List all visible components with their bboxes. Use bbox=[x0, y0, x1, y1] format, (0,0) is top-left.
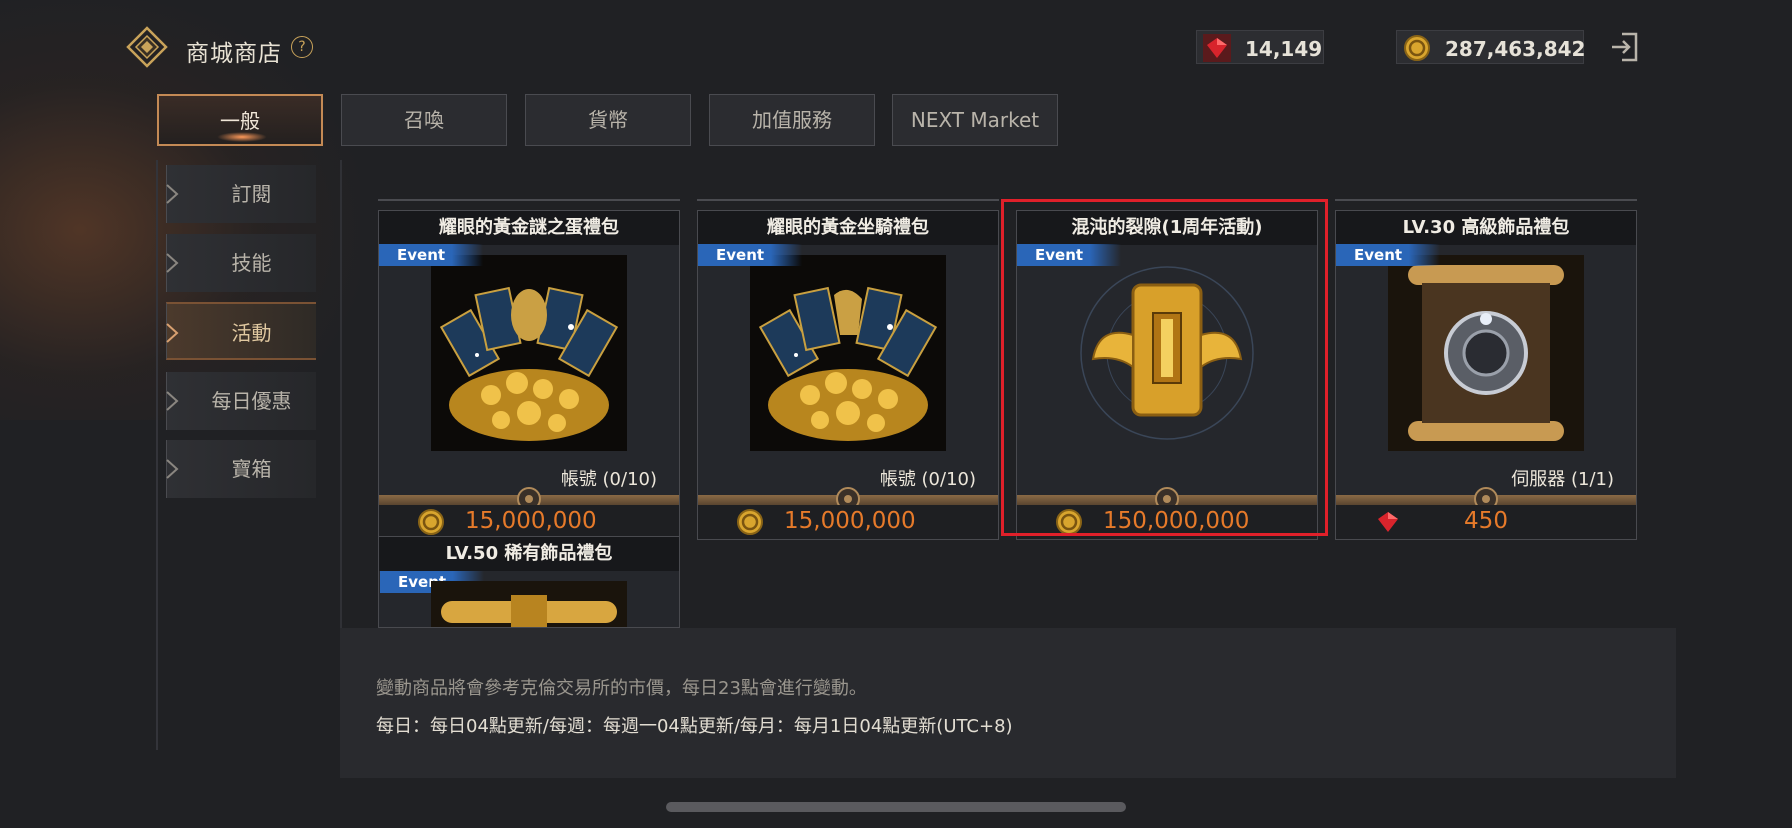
help-icon[interactable]: ? bbox=[291, 36, 313, 58]
sidebar-item-chests[interactable]: 寶箱 bbox=[166, 440, 316, 498]
chevron-right-icon bbox=[166, 253, 179, 273]
sidebar-item-label: 訂閱 bbox=[231, 182, 272, 206]
tab-active-glow bbox=[217, 132, 267, 142]
info-panel: 變動商品將會參考克倫交易所的市價，每日23點會進行變動。 每日：每日04點更新/… bbox=[340, 628, 1676, 778]
selection-highlight bbox=[1001, 199, 1328, 536]
tab-general[interactable]: 一般 bbox=[157, 94, 323, 146]
sidebar-item-events[interactable]: 活動 bbox=[166, 302, 316, 360]
gold-coin-icon bbox=[418, 509, 444, 535]
product-card-lv50-rare-accessory[interactable]: LV.50 稀有飾品禮包 Event bbox=[378, 536, 680, 628]
gold-coin-icon bbox=[1404, 35, 1430, 61]
tab-general-label: 一般 bbox=[220, 109, 260, 133]
chevron-right-icon bbox=[166, 184, 179, 204]
tab-currency-label: 貨幣 bbox=[588, 108, 628, 132]
sidebar-item-label: 寶箱 bbox=[231, 457, 272, 481]
sidebar-item-label: 活動 bbox=[231, 321, 272, 345]
exit-icon[interactable] bbox=[1608, 30, 1642, 64]
event-badge: Event bbox=[379, 244, 483, 266]
product-name: 耀眼的黃金謎之蛋禮包 bbox=[379, 211, 679, 245]
accessory-scroll-art bbox=[1388, 255, 1584, 451]
card-divider bbox=[379, 487, 679, 511]
gold-balance: 287,463,842 bbox=[1396, 30, 1586, 64]
event-badge: Event bbox=[1336, 244, 1440, 266]
gem-count: 14,149 bbox=[1245, 37, 1323, 61]
product-name: LV.30 高級飾品禮包 bbox=[1336, 211, 1636, 245]
golden-egg-cards-art bbox=[431, 255, 627, 451]
event-badge: Event bbox=[698, 244, 802, 266]
product-price: 15,000,000 bbox=[784, 508, 916, 534]
chevron-right-icon bbox=[166, 459, 179, 479]
purchase-limit: 帳號 (0/10) bbox=[560, 469, 657, 490]
purchase-limit: 帳號 (0/10) bbox=[879, 469, 976, 490]
tab-summon[interactable]: 召喚 bbox=[341, 94, 507, 146]
page-title: 商城商店 bbox=[186, 41, 282, 67]
price-bar: 450 bbox=[1336, 505, 1636, 539]
gold-count: 287,463,842 bbox=[1445, 37, 1586, 61]
price-bar: 15,000,000 bbox=[379, 505, 679, 539]
card-divider bbox=[698, 487, 998, 511]
card-top-frame bbox=[378, 199, 680, 211]
sidebar-divider bbox=[156, 160, 158, 750]
purchase-limit: 伺服器 (1/1) bbox=[1511, 469, 1614, 490]
tab-summon-label: 召喚 bbox=[404, 108, 444, 132]
golden-mount-cards-art bbox=[750, 255, 946, 451]
product-name: 耀眼的黃金坐騎禮包 bbox=[698, 211, 998, 245]
chevron-right-icon bbox=[166, 323, 179, 343]
tab-value-service[interactable]: 加值服務 bbox=[709, 94, 875, 146]
gold-coin-icon bbox=[737, 509, 763, 535]
sidebar-item-label: 技能 bbox=[231, 251, 272, 275]
sidebar-item-skills[interactable]: 技能 bbox=[166, 234, 316, 292]
tab-value-service-label: 加值服務 bbox=[752, 108, 832, 132]
home-indicator[interactable] bbox=[666, 802, 1126, 812]
sidebar-item-subscription[interactable]: 訂閱 bbox=[166, 165, 316, 223]
info-price-note: 變動商品將會參考克倫交易所的市價，每日23點會進行變動。 bbox=[376, 678, 867, 699]
product-name: LV.50 稀有飾品禮包 bbox=[379, 537, 679, 571]
card-top-frame bbox=[697, 199, 999, 211]
shop-logo-icon bbox=[126, 26, 168, 68]
chevron-right-icon bbox=[166, 391, 179, 411]
gem-balance: 14,149 bbox=[1196, 30, 1324, 64]
price-bar: 15,000,000 bbox=[698, 505, 998, 539]
tab-currency[interactable]: 貨幣 bbox=[525, 94, 691, 146]
sidebar-item-label: 每日優惠 bbox=[211, 389, 292, 413]
product-price: 15,000,000 bbox=[465, 508, 597, 534]
tab-next-market[interactable]: NEXT Market bbox=[892, 94, 1058, 146]
sidebar-item-daily-deals[interactable]: 每日優惠 bbox=[166, 372, 316, 430]
content-divider bbox=[340, 160, 342, 630]
tab-next-market-label: NEXT Market bbox=[910, 108, 1040, 132]
red-gem-icon bbox=[1203, 34, 1231, 62]
header: 商城商店 ? 14,149 287,463,842 bbox=[0, 0, 1792, 90]
card-divider bbox=[1336, 487, 1636, 511]
product-price: 450 bbox=[1464, 508, 1508, 534]
card-top-frame bbox=[1335, 199, 1637, 211]
info-reset-schedule: 每日：每日04點更新/每週：每週一04點更新/每月：每月1日04點更新(UTC+… bbox=[376, 716, 1013, 737]
rare-scroll-art bbox=[431, 581, 627, 627]
